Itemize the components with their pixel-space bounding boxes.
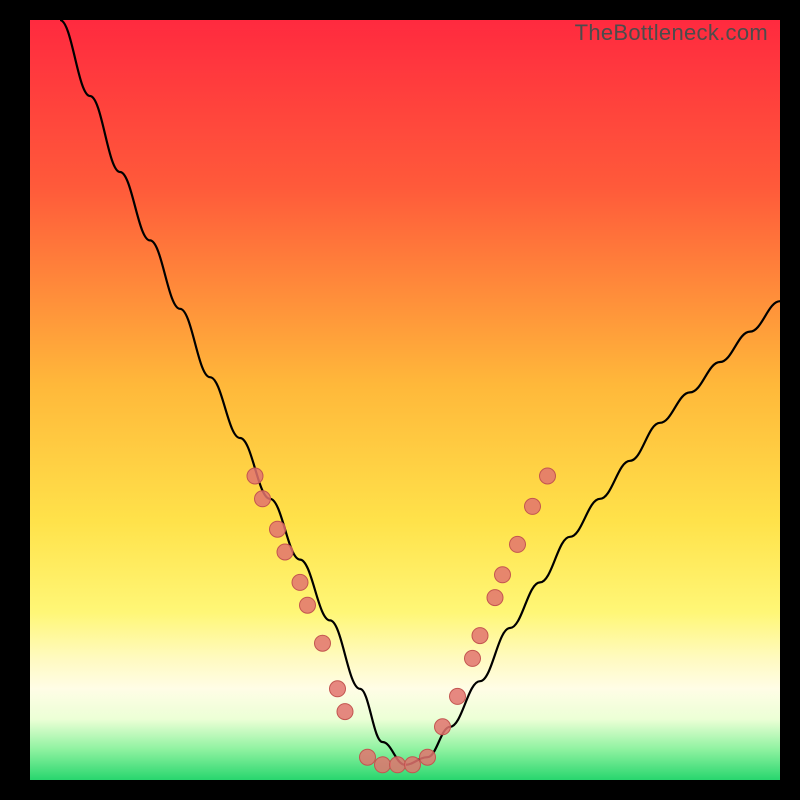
plot-area: TheBottleneck.com [30,20,780,780]
data-point [375,757,391,773]
data-point [270,521,286,537]
data-point [390,757,406,773]
data-point [487,590,503,606]
data-point [360,749,376,765]
data-point [247,468,263,484]
data-point [277,544,293,560]
data-point [472,628,488,644]
data-point [450,688,466,704]
gradient-bg [30,20,780,780]
watermark-text: TheBottleneck.com [575,20,768,46]
data-point [292,574,308,590]
chart-svg [30,20,780,780]
data-point [525,498,541,514]
data-point [435,719,451,735]
data-point [255,491,271,507]
data-point [510,536,526,552]
data-point [495,567,511,583]
data-point [330,681,346,697]
data-point [420,749,436,765]
data-point [337,704,353,720]
frame: TheBottleneck.com [0,0,800,800]
data-point [465,650,481,666]
data-point [540,468,556,484]
data-point [315,635,331,651]
data-point [405,757,421,773]
data-point [300,597,316,613]
